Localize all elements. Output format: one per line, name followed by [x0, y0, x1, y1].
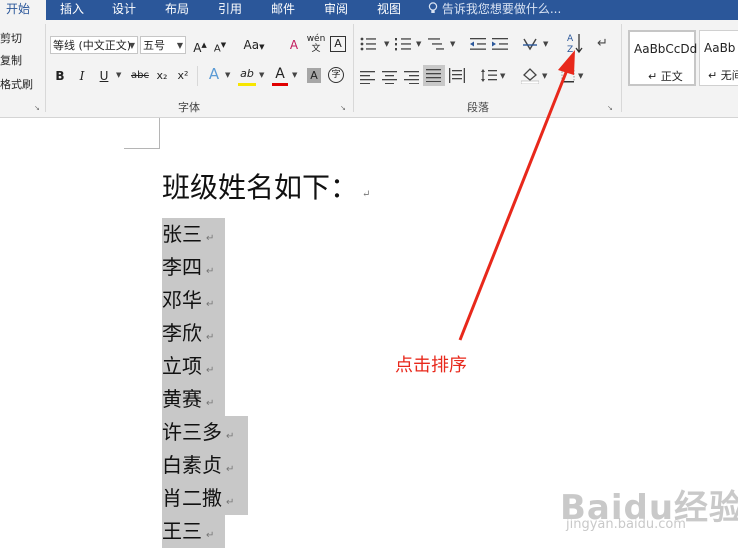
arrow-shaft [458, 69, 569, 341]
annotation-arrow [458, 50, 575, 341]
watermark-url: jingyan.baidu.com [566, 517, 686, 532]
annotation-label: 点击排序 [395, 355, 467, 376]
arrow-head [558, 50, 575, 75]
